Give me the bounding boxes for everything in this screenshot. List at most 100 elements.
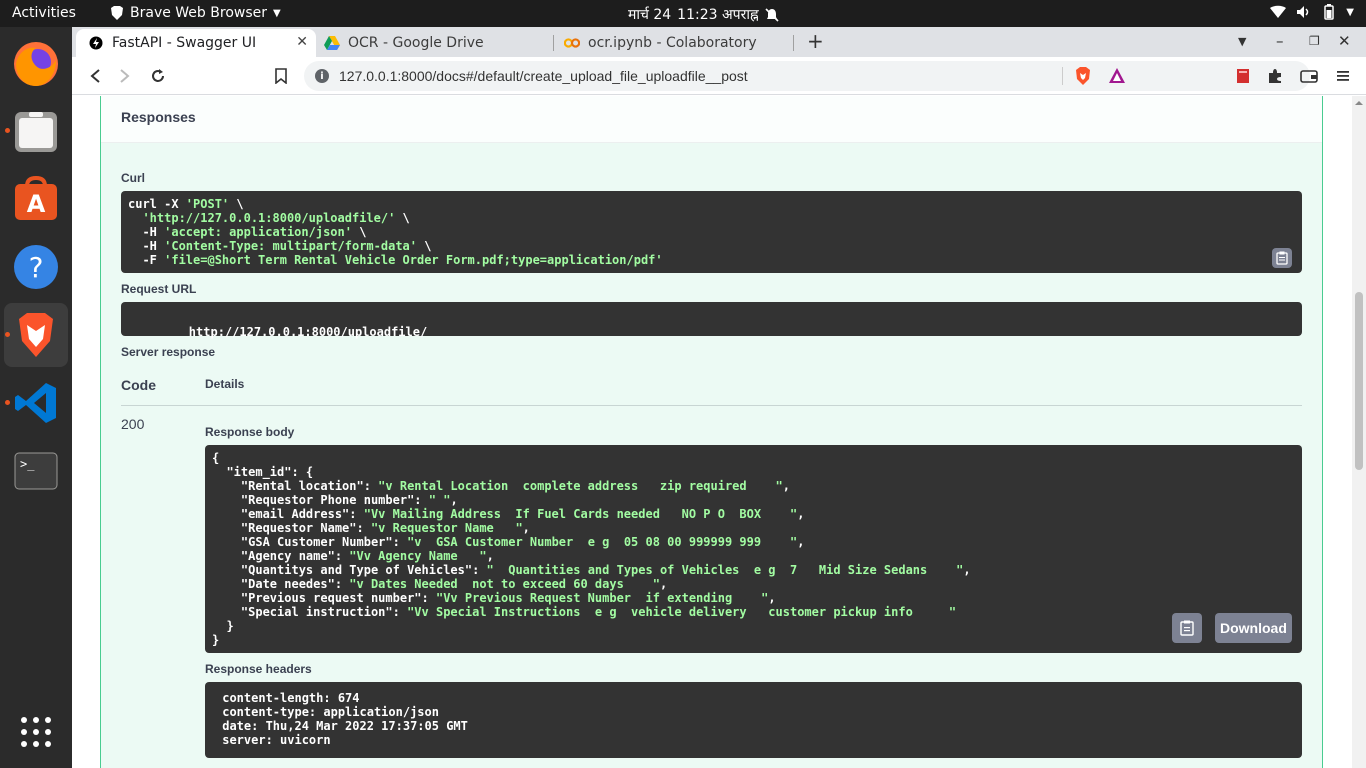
system-tray[interactable]: ▼ <box>1270 4 1354 20</box>
header-line: content-type: application/json <box>215 705 447 719</box>
code-punctuation: \ <box>351 225 367 239</box>
dock-vscode[interactable] <box>4 371 68 435</box>
dock-help[interactable]: ? <box>4 235 68 299</box>
code-line: -F 'file=@Short Term Rental Vehicle Orde… <box>128 253 1295 267</box>
code-text: } <box>212 633 220 647</box>
chevron-down-icon: ▼ <box>273 7 281 19</box>
wifi-icon <box>1270 5 1287 18</box>
pdf-extension-button[interactable] <box>1232 65 1254 87</box>
dock: A ? >_ <box>0 27 72 768</box>
site-info-icon[interactable]: i <box>315 69 329 83</box>
code-text: "Requestor Name": <box>212 521 371 535</box>
wallet-button[interactable] <box>1298 65 1320 87</box>
code-punctuation: \ <box>395 211 410 225</box>
running-indicator <box>5 128 10 133</box>
app-menu[interactable]: Brave Web Browser ▼ <box>110 5 281 21</box>
code-text: "item_id": { <box>212 465 314 479</box>
code-text: -H <box>128 239 165 253</box>
tab-colab[interactable]: ocr.ipynb - Colaboratory <box>552 29 792 57</box>
code-string: "v Rental Location complete address zip … <box>378 479 783 493</box>
scrollbar-thumb[interactable] <box>1355 292 1363 470</box>
code-string: "v Dates Needed not to exceed 60 days " <box>349 577 660 591</box>
code-column-header: Code <box>121 377 156 393</box>
brave-rewards-icon[interactable] <box>1108 67 1126 89</box>
activities-button[interactable]: Activities <box>12 5 76 21</box>
response-body-label: Response body <box>205 425 295 439</box>
code-punctuation: \ <box>229 197 244 211</box>
svg-text:A: A <box>27 190 46 218</box>
svg-text:>_: >_ <box>20 457 35 471</box>
request-url-value: http://127.0.0.1:8000/uploadfile/ <box>188 325 428 339</box>
dock-show-apps[interactable] <box>4 700 68 764</box>
code-text: } <box>212 619 234 633</box>
tab-search-chevron-icon[interactable]: ▼ <box>1238 35 1246 48</box>
swagger-favicon-icon <box>88 35 104 51</box>
code-text: "Rental location": <box>212 479 379 493</box>
copy-curl-button[interactable] <box>1272 248 1292 268</box>
code-punctuation: , <box>522 521 530 535</box>
tab-title: ocr.ipynb - Colaboratory <box>588 35 757 51</box>
address-url[interactable]: 127.0.0.1:8000/docs#/default/create_uplo… <box>339 68 748 84</box>
code-line: -H 'accept: application/json' \ <box>128 225 1295 239</box>
code-line: "Requestor Phone number": " ", <box>212 493 1295 507</box>
swagger-page: Responses Curl curl -X 'POST' \ 'http://… <box>72 96 1366 768</box>
code-text: "Previous request number": <box>212 591 436 605</box>
running-indicator <box>5 400 10 405</box>
close-icon[interactable]: ✕ <box>296 34 308 50</box>
tab-title: FastAPI - Swagger UI <box>112 35 257 51</box>
code-line: "Requestor Name": "v Requestor Name ", <box>212 521 1295 535</box>
colab-icon <box>564 35 580 51</box>
dock-terminal[interactable]: >_ <box>4 439 68 503</box>
extensions-button[interactable] <box>1264 65 1286 87</box>
curl-command-box[interactable]: curl -X 'POST' \ 'http://127.0.0.1:8000/… <box>121 191 1302 273</box>
back-button[interactable] <box>84 65 106 87</box>
response-body-box[interactable]: { "item_id": { "Rental location": "v Ren… <box>205 445 1302 653</box>
reload-icon <box>152 69 164 82</box>
code-line: { <box>212 451 1295 465</box>
minimize-button[interactable]: – <box>1276 32 1284 50</box>
code-text: -F <box>128 253 165 267</box>
code-punctuation: , <box>768 591 776 605</box>
forward-button[interactable] <box>114 65 136 87</box>
clipboard-icon <box>1180 620 1194 636</box>
dock-brave[interactable] <box>4 303 68 367</box>
page-scrollbar[interactable] <box>1352 96 1366 768</box>
dock-firefox[interactable] <box>4 32 68 96</box>
code-punctuation: , <box>963 563 971 577</box>
brave-lion-icon <box>111 6 123 20</box>
dock-files[interactable] <box>4 99 68 163</box>
main-menu-button[interactable] <box>1332 65 1354 87</box>
code-line: "GSA Customer Number": "v GSA Customer N… <box>212 535 1295 549</box>
copy-response-button[interactable] <box>1172 613 1202 643</box>
download-button[interactable]: Download <box>1215 613 1292 643</box>
code-text: "Special instruction": <box>212 605 408 619</box>
clock[interactable]: मार्च 24 11:23 अपराह्न <box>628 5 779 24</box>
restore-button[interactable]: ❐ <box>1309 34 1320 48</box>
tab-google-drive[interactable]: OCR - Google Drive <box>312 29 552 57</box>
responses-title: Responses <box>121 109 196 125</box>
dock-software[interactable]: A <box>4 167 68 231</box>
close-window-button[interactable]: ✕ <box>1338 32 1351 50</box>
clipboard-icon <box>1276 251 1288 265</box>
browser-toolbar: i 127.0.0.1:8000/docs#/default/create_up… <box>72 57 1366 95</box>
code-string: "Vv Agency Name " <box>349 549 487 563</box>
reload-button[interactable] <box>147 65 169 87</box>
brave-shields-icon[interactable] <box>1074 66 1092 90</box>
new-tab-button[interactable]: + <box>807 29 824 53</box>
response-headers-box[interactable]: content-length: 674 content-type: applic… <box>205 682 1302 758</box>
code-string: 'http://127.0.0.1:8000/uploadfile/' <box>142 211 396 225</box>
tab-fastapi[interactable]: FastAPI - Swagger UI ✕ <box>76 29 316 57</box>
code-text: -H <box>128 225 165 239</box>
header-line: content-length: 674 <box>215 691 367 705</box>
code-line: "Date needes": "v Dates Needed not to ex… <box>212 577 1295 591</box>
back-arrow-icon <box>90 69 100 83</box>
code-punctuation: , <box>797 535 805 549</box>
bookmark-button[interactable] <box>270 65 292 87</box>
tab-title: OCR - Google Drive <box>348 35 484 51</box>
address-bar[interactable]: i 127.0.0.1:8000/docs#/default/create_up… <box>304 61 1310 91</box>
code-line: "Quantitys and Type of Vehicles": " Quan… <box>212 563 1295 577</box>
code-punctuation: , <box>782 479 790 493</box>
request-url-box[interactable]: http://127.0.0.1:8000/uploadfile/ <box>121 302 1302 339</box>
code-string: "Vv Previous Request Number if extending… <box>435 591 769 605</box>
